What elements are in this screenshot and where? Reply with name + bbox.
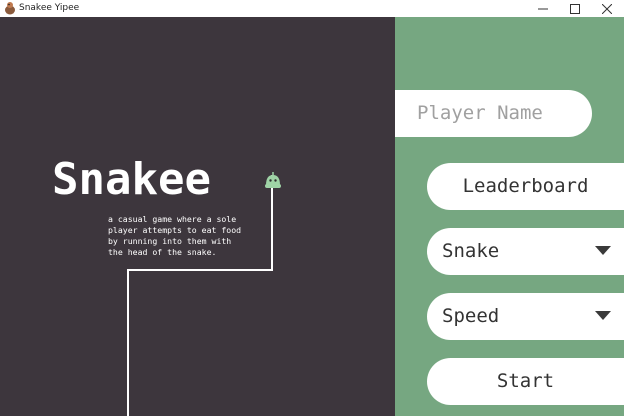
snake-select-value: Snake: [442, 240, 500, 262]
speed-select[interactable]: Speed: [427, 293, 624, 340]
leaderboard-label: Leaderboard: [462, 175, 589, 197]
start-label: Start: [496, 370, 555, 392]
app-icon: [5, 2, 15, 15]
minimize-button[interactable]: [528, 0, 558, 17]
snake-head-icon: [265, 172, 281, 188]
maximize-button[interactable]: [560, 0, 590, 17]
minimize-icon: [538, 8, 548, 9]
start-button[interactable]: Start: [427, 358, 624, 405]
close-icon: [602, 3, 612, 14]
chevron-down-icon: [595, 311, 611, 320]
menu-panel: Leaderboard Snake Speed Start: [395, 17, 624, 416]
game-description: a casual game where a sole player attemp…: [108, 214, 242, 257]
chevron-down-icon: [595, 246, 611, 255]
leaderboard-button[interactable]: Leaderboard: [427, 163, 624, 210]
window-titlebar[interactable]: Snakee Yipee: [0, 0, 624, 17]
game-title: Snakee: [52, 154, 211, 205]
title-panel: Snakee a casual game where a sole player…: [0, 17, 395, 416]
player-name-field[interactable]: [395, 90, 592, 137]
snake-select[interactable]: Snake: [427, 228, 624, 275]
speed-select-value: Speed: [442, 305, 500, 327]
window-title: Snakee Yipee: [19, 3, 80, 13]
close-button[interactable]: [592, 0, 622, 17]
player-name-input[interactable]: [417, 99, 582, 127]
maximize-icon: [570, 3, 580, 14]
